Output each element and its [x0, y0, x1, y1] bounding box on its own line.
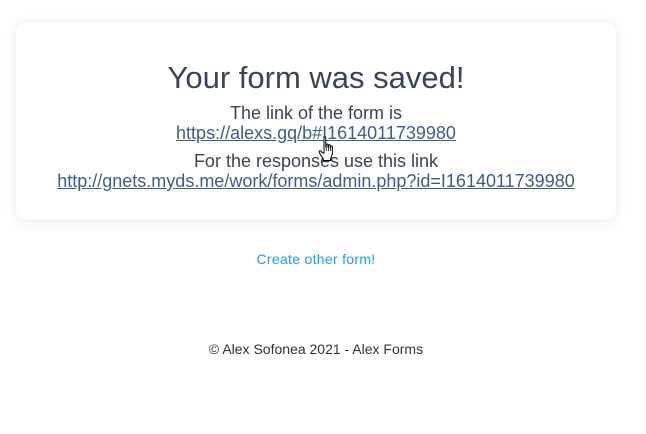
footer-copyright: © Alex Sofonea 2021 - Alex Forms	[208, 341, 424, 357]
form-link-label: The link of the form is	[229, 103, 403, 123]
hand-pointer-icon	[318, 136, 333, 161]
form-link-row: https://alexs.gq/b#I1614011739980	[16, 123, 616, 143]
create-other-form-row: Create other form!	[0, 250, 632, 268]
responses-link-label: For the responses use this link	[193, 151, 439, 171]
form-link[interactable]: https://alexs.gq/b#I1614011739980	[176, 123, 456, 143]
responses-link-row: http://gnets.myds.me/work/forms/admin.ph…	[16, 171, 616, 191]
create-other-form-link[interactable]: Create other form!	[257, 251, 376, 267]
responses-link[interactable]: http://gnets.myds.me/work/forms/admin.ph…	[57, 171, 574, 191]
page: Your form was saved! The link of the for…	[0, 0, 646, 434]
page-title: Your form was saved!	[167, 60, 465, 95]
confirmation-card: Your form was saved! The link of the for…	[16, 22, 616, 220]
